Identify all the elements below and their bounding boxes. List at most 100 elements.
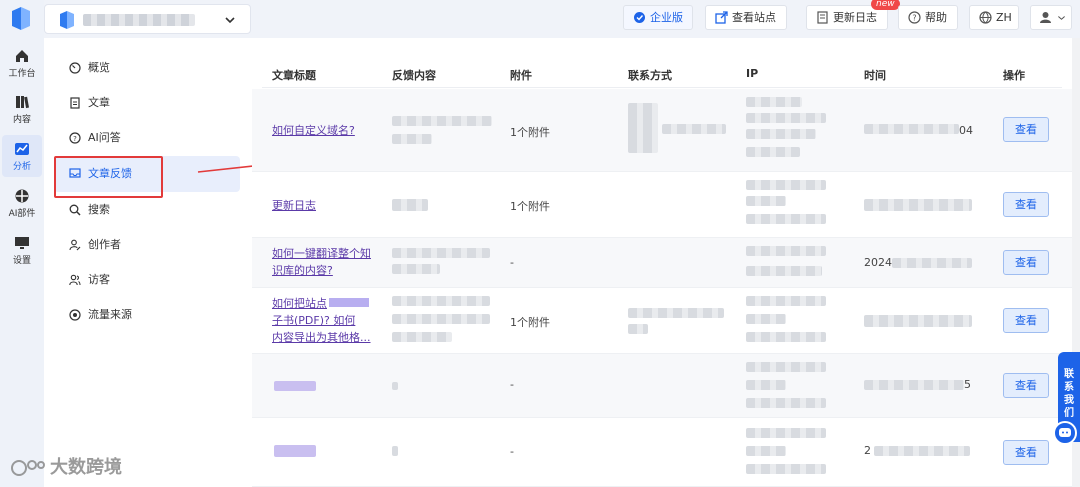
menu-item-overview[interactable]: 概览 xyxy=(54,51,240,85)
language-button[interactable]: ZH xyxy=(969,5,1019,30)
column-header-time: 时间 xyxy=(864,69,886,82)
view-button[interactable]: 查看 xyxy=(1003,440,1049,465)
home-icon xyxy=(16,50,28,62)
app-logo-icon[interactable] xyxy=(8,6,34,32)
column-header-title: 文章标题 xyxy=(272,69,316,82)
view-button[interactable]: 查看 xyxy=(1003,308,1049,333)
menu-item-label: 访客 xyxy=(88,273,110,286)
gauge-icon xyxy=(69,62,81,74)
knowledge-base-select[interactable] xyxy=(44,4,251,34)
watermark-logo-icon xyxy=(11,460,45,476)
enterprise-label: 企业版 xyxy=(650,11,683,24)
time-suffix: 5 xyxy=(964,378,971,391)
view-button[interactable]: 查看 xyxy=(1003,117,1049,142)
table-row: - 2 查看 xyxy=(252,418,1080,487)
document-icon xyxy=(70,97,80,109)
attachment-count[interactable]: - xyxy=(510,445,514,458)
view-button[interactable]: 查看 xyxy=(1003,192,1049,217)
table-header: 文章标题 反馈内容 附件 联系方式 IP 时间 操作 xyxy=(262,58,1062,88)
language-label: ZH xyxy=(996,11,1012,24)
search-icon xyxy=(69,204,81,216)
book-icon xyxy=(16,96,30,109)
watermark-text: 大数跨境 xyxy=(50,457,122,478)
title-line: 如何把站点 xyxy=(272,297,327,310)
verified-icon xyxy=(634,12,645,23)
question-icon: ? xyxy=(69,132,81,144)
view-site-button[interactable]: 查看站点 xyxy=(705,5,787,30)
document-icon xyxy=(817,11,828,24)
column-header-attachment: 附件 xyxy=(510,69,532,82)
help-button[interactable]: ? 帮助 xyxy=(898,5,958,30)
rail-item-workbench[interactable]: 工作台 xyxy=(0,42,44,84)
column-header-feedback: 反馈内容 xyxy=(392,69,436,82)
menu-item-label: 文章 xyxy=(88,96,110,109)
users-icon xyxy=(69,274,81,286)
menu-item-label: 搜索 xyxy=(88,203,110,216)
svg-text:?: ? xyxy=(912,14,916,23)
table-row: 如何把站点 子书(PDF)? 如何 内容导出为其他格... 1个附件 查看 xyxy=(252,288,1080,354)
article-title-link[interactable]: 如何把站点 子书(PDF)? 如何 内容导出为其他格... xyxy=(272,295,376,346)
watermark: 大数跨境 xyxy=(10,453,122,483)
menu-item-creators[interactable]: 创作者 xyxy=(54,228,240,262)
view-button[interactable]: 查看 xyxy=(1003,250,1049,275)
monitor-icon xyxy=(15,237,29,249)
menu-item-traffic-sources[interactable]: 流量来源 xyxy=(54,298,240,332)
article-title-link[interactable]: 更新日志 xyxy=(272,197,376,214)
rail-item-label: 工作台 xyxy=(8,69,36,79)
view-button[interactable]: 查看 xyxy=(1003,373,1049,398)
user-icon xyxy=(1040,12,1051,23)
analytics-menu: 概览 文章 ? AI问答 文章反馈 搜索 创作者 访客 流量来源 xyxy=(44,38,252,487)
rail-item-label: AI部件 xyxy=(8,209,36,219)
enterprise-button[interactable]: 企业版 xyxy=(623,5,693,30)
creator-icon xyxy=(69,239,81,251)
svg-text:?: ? xyxy=(73,135,77,143)
rail-item-label: 设置 xyxy=(12,256,31,266)
menu-item-search[interactable]: 搜索 xyxy=(54,193,240,227)
chevron-down-icon xyxy=(1058,16,1065,20)
time-prefix: 2 xyxy=(864,444,871,457)
attachment-count[interactable]: - xyxy=(510,378,514,391)
table-row: - 5 查看 xyxy=(252,354,1080,418)
help-icon: ? xyxy=(908,11,921,24)
rail-item-analytics[interactable]: 分析 xyxy=(2,135,42,177)
attachment-count[interactable]: 1个附件 xyxy=(510,314,550,330)
rail-item-label: 分析 xyxy=(12,162,31,172)
menu-item-label: 概览 xyxy=(88,61,110,74)
menu-item-articles[interactable]: 文章 xyxy=(54,86,240,120)
help-label: 帮助 xyxy=(925,11,947,24)
article-title-link[interactable]: 如何一键翻译整个知识库的内容? xyxy=(272,245,376,279)
table-row: 更新日志 1个附件 查看 xyxy=(252,172,1080,238)
rail-item-settings[interactable]: 设置 xyxy=(0,229,44,271)
changelog-label: 更新日志 xyxy=(833,11,877,24)
external-link-icon xyxy=(715,11,728,24)
user-menu-button[interactable] xyxy=(1030,5,1072,30)
chevron-down-icon xyxy=(225,17,235,24)
attachment-count[interactable]: - xyxy=(510,256,514,269)
column-header-contact: 联系方式 xyxy=(628,69,672,82)
table-row: 如何自定义域名? 1个附件 04 查看 xyxy=(252,89,1080,172)
new-badge: new xyxy=(871,0,900,10)
attachment-count[interactable]: 1个附件 xyxy=(510,198,550,214)
chat-bubble-icon xyxy=(1059,428,1071,437)
left-rail: 工作台 内容 分析 AI部件 设置 xyxy=(0,0,44,487)
time-prefix: 2024 xyxy=(864,256,892,269)
highlight-box xyxy=(54,156,163,198)
rail-item-content[interactable]: 内容 xyxy=(0,88,44,130)
menu-item-label: AI问答 xyxy=(88,131,121,144)
feedback-table-panel: 文章标题 反馈内容 附件 联系方式 IP 时间 操作 如何自定义域名? 1个附件… xyxy=(252,38,1080,487)
article-title-link[interactable]: 如何自定义域名? xyxy=(272,122,376,139)
rail-item-ai-widget[interactable]: AI部件 xyxy=(0,182,44,224)
title-line: 子书(PDF)? 如何 xyxy=(272,314,356,327)
widget-icon xyxy=(15,189,29,203)
menu-item-label: 流量来源 xyxy=(88,308,132,321)
chart-icon xyxy=(15,143,29,155)
globe-icon xyxy=(979,11,992,24)
kb-logo-icon xyxy=(60,11,74,29)
table-row: 如何一键翻译整个知识库的内容? - 2024 查看 xyxy=(252,238,1080,288)
attachment-count[interactable]: 1个附件 xyxy=(510,124,550,140)
menu-item-label: 创作者 xyxy=(88,238,121,251)
title-line: 内容导出为其他格... xyxy=(272,331,371,344)
chat-icon[interactable] xyxy=(1053,421,1077,445)
menu-item-visitors[interactable]: 访客 xyxy=(54,263,240,297)
target-icon xyxy=(69,309,81,321)
